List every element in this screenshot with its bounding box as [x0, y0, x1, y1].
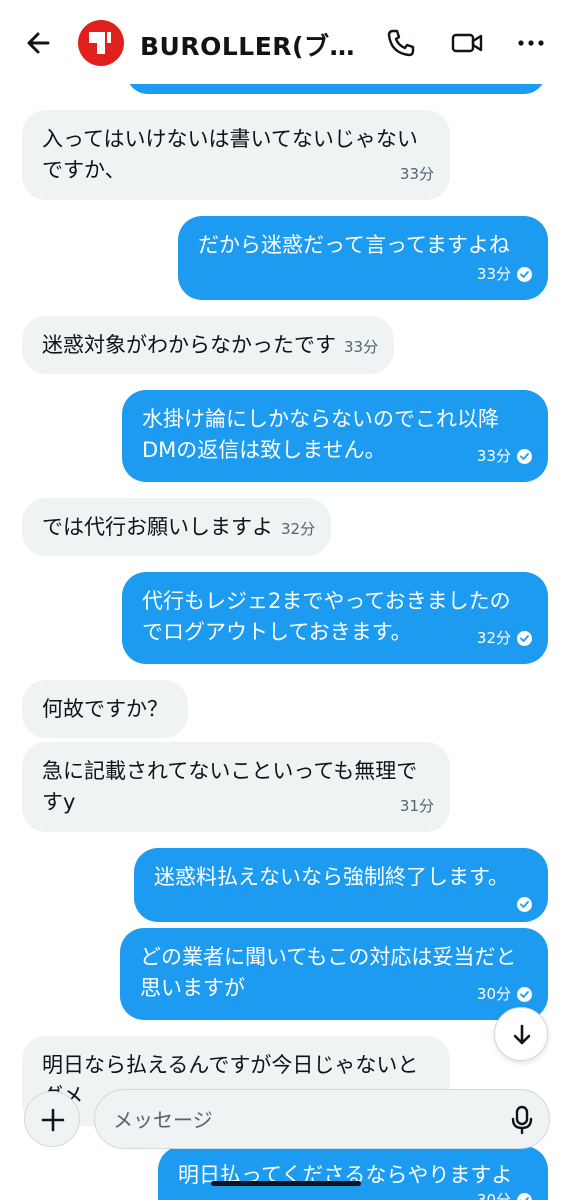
more-options-button[interactable] [514, 26, 548, 60]
video-call-button[interactable] [450, 26, 484, 60]
message-text: だから迷惑だって言ってますよね [198, 233, 510, 257]
message-incoming[interactable]: 入ってはいけないは書いてないじゃないですか、 33分 [22, 110, 450, 200]
message-row: 迷惑対象がわからなかったです 33分 [42, 330, 378, 363]
avatar[interactable] [78, 20, 124, 66]
message-outgoing[interactable]: 迷惑料払えないなら強制終了します。 [134, 848, 548, 922]
message-time: 30分 [477, 979, 532, 1010]
video-icon [451, 33, 483, 53]
timestamp: 33分 [476, 447, 511, 465]
message-time: 31分 [400, 791, 434, 822]
voice-message-button[interactable] [507, 1104, 537, 1136]
message-text: 明日払ってくださるならやりますよ [178, 1163, 513, 1187]
message-incoming[interactable]: 急に記載されてないこといっても無理ですy 31分 [22, 742, 450, 832]
arrow-down-icon [513, 1024, 531, 1045]
message-text: 代行もレジェ2までやっておきましたのでログアウトしておきます。 [142, 589, 511, 644]
message-text: どの業者に聞いてもこの対応は妥当だと思いますが [140, 945, 517, 1000]
message-composer [0, 1083, 572, 1153]
message-time: 32分 [477, 623, 532, 654]
read-check-icon [517, 631, 532, 646]
message-outgoing[interactable]: 明日払ってくださるならやりますよ 30分 [158, 1146, 548, 1200]
phone-call-button[interactable] [384, 26, 418, 60]
message-incoming[interactable]: では代行お願いしますよ 32分 [22, 498, 332, 556]
message-text: 水掛け論にしかならないのでこれ以降DMの返信は致しません。 [142, 407, 499, 462]
message-time: 30分 [477, 1185, 532, 1200]
message-text: 迷惑料払えないなら強制終了します。 [154, 865, 509, 889]
home-indicator [211, 1181, 361, 1186]
message-time: 33分 [477, 441, 532, 472]
timestamp: 32分 [476, 629, 511, 647]
plus-icon [41, 1108, 65, 1132]
timestamp: 31分 [399, 797, 434, 815]
timestamp: 32分 [281, 520, 316, 538]
add-attachment-button[interactable] [24, 1091, 80, 1147]
phone-icon [387, 29, 415, 57]
read-check-icon [517, 897, 532, 912]
message-input[interactable] [113, 1104, 473, 1136]
chat-header: BUROLLER(ブ… [0, 0, 572, 84]
message-text: 急に記載されてないこといっても無理ですy [42, 759, 418, 814]
message-outgoing[interactable]: 代行もレジェ2までやっておきましたのでログアウトしておきます。 32分 [122, 572, 548, 664]
back-arrow-icon [27, 32, 50, 54]
message-outgoing[interactable]: どの業者に聞いてもこの対応は妥当だと思いますが 30分 [120, 928, 548, 1020]
timestamp: 30分 [476, 985, 511, 1003]
read-check-icon [517, 1193, 532, 1200]
timestamp: 33分 [399, 165, 434, 183]
message-incoming[interactable]: 迷惑対象がわからなかったです 33分 [22, 316, 395, 374]
message-text: 入ってはいけないは書いてないじゃないですか、 [42, 127, 418, 182]
message-row: では代行お願いしますよ 32分 [42, 512, 315, 545]
scroll-to-bottom-button[interactable] [494, 1007, 548, 1061]
timestamp: 33分 [476, 265, 511, 283]
message-incoming[interactable]: 何故ですか？ [22, 680, 188, 738]
message-time [517, 897, 532, 912]
message-outgoing[interactable]: だから迷惑だって言ってますよね 33分 [178, 216, 548, 300]
conversation-title[interactable]: BUROLLER(ブ… [140, 27, 355, 63]
read-check-icon [517, 267, 532, 282]
message-time: 33分 [400, 159, 434, 190]
read-check-icon [517, 987, 532, 1002]
message-text: では代行お願いしますよ [42, 515, 273, 539]
message-outgoing[interactable]: 水掛け論にしかならないのでこれ以降DMの返信は致しません。 33分 [122, 390, 548, 482]
read-check-icon [517, 449, 532, 464]
back-button[interactable] [22, 26, 56, 60]
message-time: 33分 [477, 259, 532, 290]
mic-icon [511, 1105, 533, 1135]
message-text: 何故ですか？ [42, 697, 168, 721]
message-text: 迷惑対象がわからなかったです [42, 333, 336, 357]
message-input-container [94, 1089, 550, 1149]
timestamp: 30分 [476, 1191, 511, 1200]
more-icon [518, 40, 544, 46]
avatar-logo-icon [89, 32, 111, 54]
timestamp: 33分 [344, 338, 379, 356]
